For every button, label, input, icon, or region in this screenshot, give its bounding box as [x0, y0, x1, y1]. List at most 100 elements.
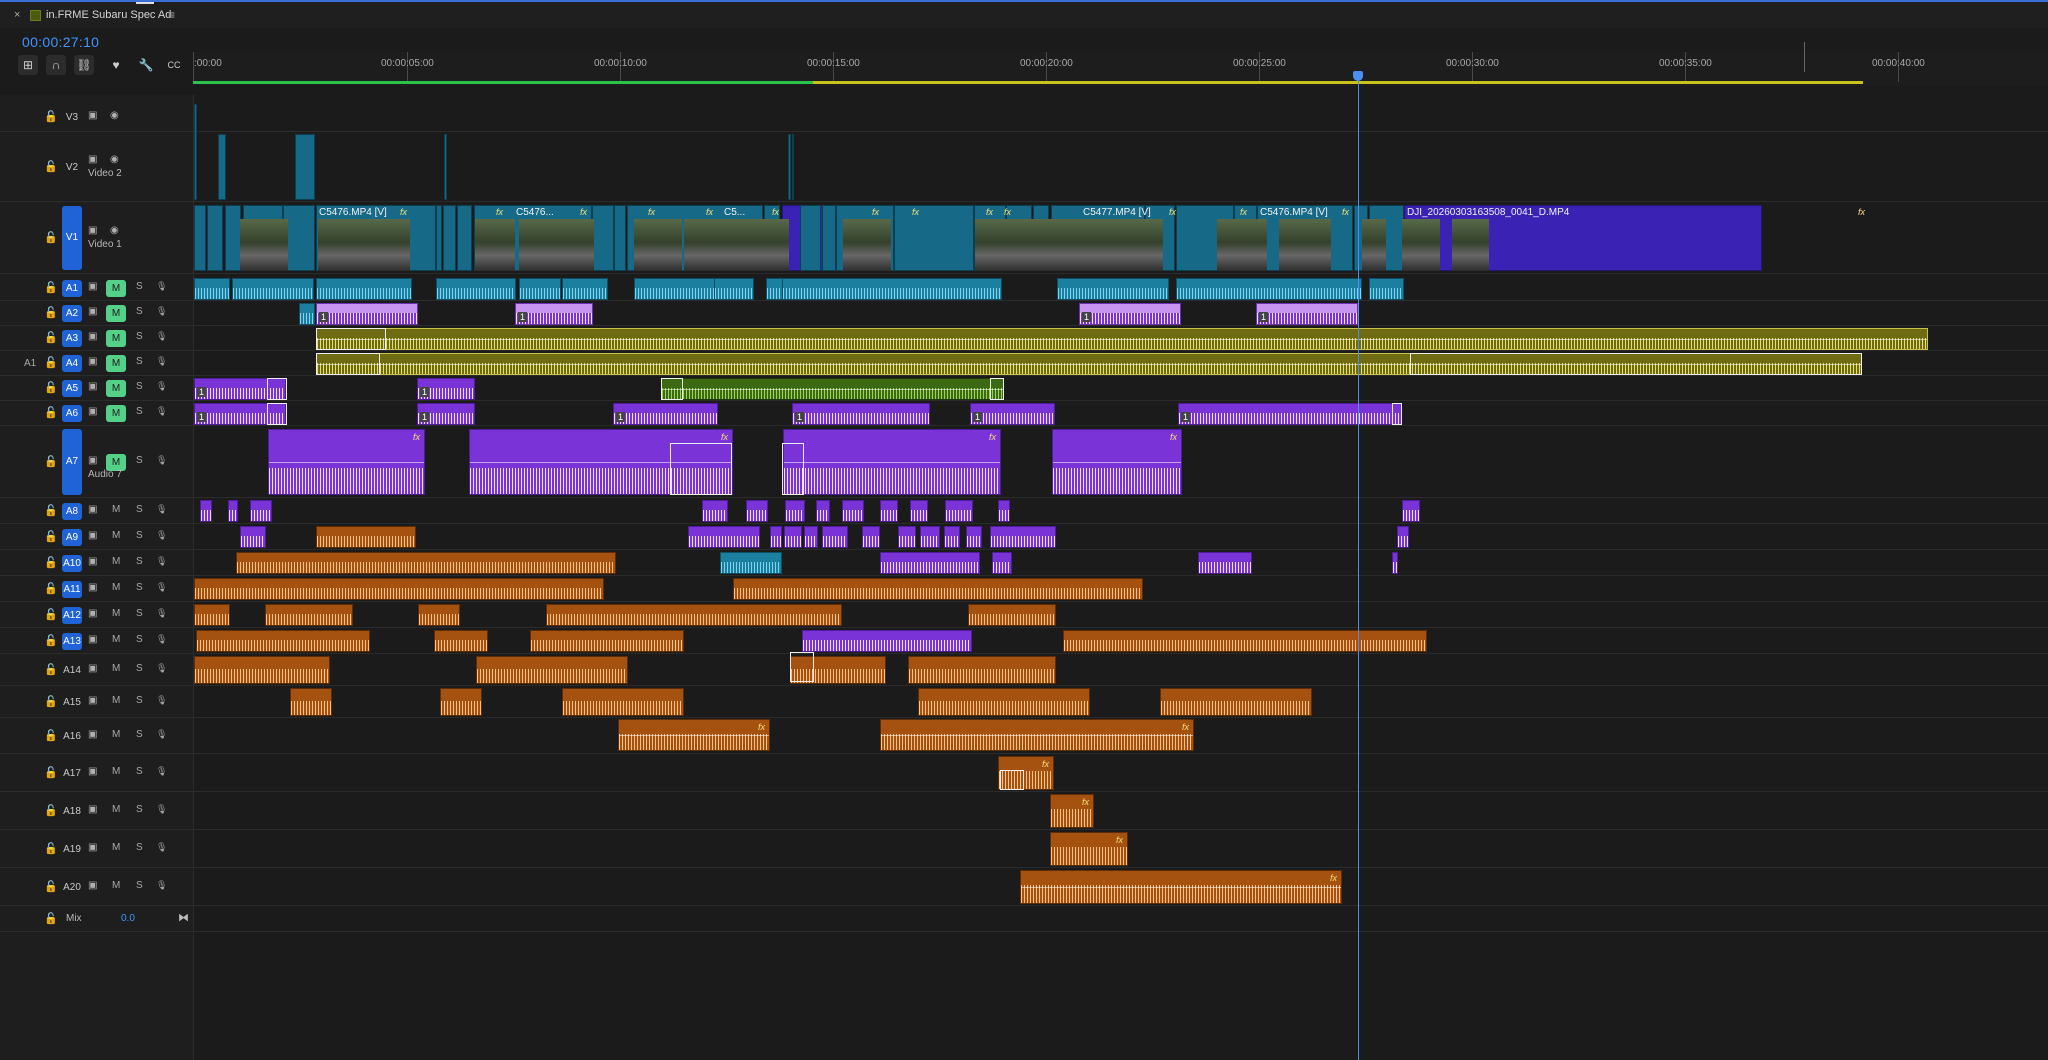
voice-over-record-icon[interactable]: 🎙	[156, 842, 167, 853]
audio-clip[interactable]	[918, 688, 1090, 716]
mute-button[interactable]: M	[112, 729, 120, 740]
mix-end-icon[interactable]: ⧓	[178, 911, 189, 924]
voice-over-record-icon[interactable]: 🎙	[156, 556, 167, 567]
voice-over-record-icon[interactable]: 🎙	[156, 406, 167, 417]
solo-button[interactable]: S	[136, 406, 143, 417]
fade-transition[interactable]	[990, 378, 1004, 400]
audio-clip[interactable]	[519, 278, 561, 300]
audio-clip[interactable]: 1	[316, 303, 418, 325]
toggle-sync-lock-icon[interactable]: ▣	[88, 455, 97, 466]
track-lock-icon[interactable]: 🔓	[44, 766, 58, 779]
fade-transition[interactable]	[670, 443, 732, 495]
voice-over-record-icon[interactable]: 🎙	[156, 331, 167, 342]
audio-clip[interactable]	[720, 552, 782, 574]
mute-button[interactable]: M	[112, 634, 120, 645]
solo-button[interactable]: S	[136, 381, 143, 392]
audio-clip[interactable]	[436, 278, 516, 300]
video-clip[interactable]	[194, 104, 197, 200]
audio-clip[interactable]	[434, 630, 488, 652]
playhead-line[interactable]	[1358, 72, 1359, 1060]
track-target-toggle[interactable]: A7	[62, 429, 82, 495]
audio-clip[interactable]	[784, 526, 802, 548]
mute-button[interactable]: M	[112, 842, 120, 853]
solo-button[interactable]: S	[136, 608, 143, 619]
fade-transition[interactable]	[1000, 770, 1024, 790]
audio-clip[interactable]	[910, 500, 928, 522]
toggle-sync-lock-icon[interactable]: ▣	[88, 331, 97, 342]
toggle-sync-lock-icon[interactable]: ▣	[88, 695, 97, 706]
toggle-sync-lock-icon[interactable]: ▣	[88, 281, 97, 292]
track-lock-icon[interactable]: 🔓	[44, 530, 58, 543]
audio-clip[interactable]	[746, 500, 768, 522]
track-target-toggle[interactable]: A11	[62, 581, 82, 598]
toggle-sync-lock-icon[interactable]: ▣	[88, 381, 97, 392]
solo-button[interactable]: S	[136, 766, 143, 777]
audio-clip[interactable]	[418, 604, 460, 626]
toggle-sync-lock-icon[interactable]: ▣	[88, 842, 97, 853]
audio-clip[interactable]	[1176, 278, 1362, 300]
toggle-sync-lock-icon[interactable]: ▣	[88, 663, 97, 674]
solo-button[interactable]: S	[136, 556, 143, 567]
voice-over-record-icon[interactable]: 🎙	[156, 608, 167, 619]
track-target-toggle[interactable]: A8	[62, 503, 82, 520]
track-lock-icon[interactable]: 🔓	[44, 381, 58, 394]
toggle-sync-lock-icon[interactable]: ▣	[88, 110, 97, 121]
audio-clip[interactable]	[200, 500, 212, 522]
audio-clip[interactable]	[1392, 552, 1398, 574]
toggle-sync-lock-icon[interactable]: ▣	[88, 608, 97, 619]
audio-clip[interactable]: 1	[1256, 303, 1358, 325]
sequence-tab-title[interactable]: in.FRME Subaru Spec Ad	[46, 9, 171, 21]
video-clip[interactable]	[444, 134, 447, 200]
toggle-sync-lock-icon[interactable]: ▣	[88, 225, 97, 236]
video-clip[interactable]	[894, 205, 974, 271]
mix-volume-value[interactable]: 0.0	[121, 913, 135, 924]
track-lock-icon[interactable]: 🔓	[44, 110, 58, 123]
audio-clip[interactable]	[194, 656, 330, 684]
track-lock-icon[interactable]: 🔓	[44, 634, 58, 647]
add-marker-icon[interactable]: ♥	[106, 55, 126, 75]
audio-clip[interactable]: 1fx	[783, 429, 1001, 495]
toggle-sync-lock-icon[interactable]: ▣	[88, 154, 97, 165]
audio-clip[interactable]	[714, 278, 754, 300]
video-clip[interactable]	[194, 205, 206, 271]
track-target-toggle[interactable]: A9	[62, 529, 82, 546]
toggle-sync-lock-icon[interactable]: ▣	[88, 634, 97, 645]
track-lock-icon[interactable]: 🔓	[44, 880, 58, 893]
audio-clip[interactable]: 1fx	[268, 429, 425, 495]
audio-clip[interactable]	[944, 526, 960, 548]
voice-over-record-icon[interactable]: 🎙	[156, 381, 167, 392]
solo-button[interactable]: S	[136, 582, 143, 593]
close-tab-icon[interactable]: ×	[14, 9, 20, 21]
voice-over-record-icon[interactable]: 🎙	[156, 356, 167, 367]
audio-clip[interactable]: 1	[792, 403, 930, 425]
track-target-toggle[interactable]: A17	[62, 765, 82, 782]
audio-clip[interactable]	[1160, 688, 1312, 716]
toggle-output-eye-icon[interactable]: ◉	[110, 110, 119, 121]
fade-transition[interactable]	[267, 378, 287, 400]
audio-clip[interactable]	[842, 500, 864, 522]
video-clip[interactable]	[822, 205, 836, 271]
audio-clip[interactable]	[733, 578, 1143, 600]
toggle-sync-lock-icon[interactable]: ▣	[88, 306, 97, 317]
audio-clip[interactable]	[316, 278, 412, 300]
audio-clip[interactable]	[822, 526, 848, 548]
voice-over-record-icon[interactable]: 🎙	[156, 663, 167, 674]
audio-clip[interactable]	[1057, 278, 1169, 300]
track-target-toggle[interactable]: A19	[62, 841, 82, 858]
mute-button[interactable]: M	[106, 305, 126, 322]
solo-button[interactable]: S	[136, 842, 143, 853]
video-clip[interactable]	[295, 134, 315, 200]
voice-over-record-icon[interactable]: 🎙	[156, 582, 167, 593]
toggle-output-eye-icon[interactable]: ◉	[110, 225, 119, 236]
audio-clip[interactable]	[316, 328, 1928, 350]
voice-over-record-icon[interactable]: 🎙	[156, 729, 167, 740]
voice-over-record-icon[interactable]: 🎙	[156, 530, 167, 541]
mute-button[interactable]: M	[106, 380, 126, 397]
audio-clip[interactable]	[782, 278, 1002, 300]
playhead-handle[interactable]	[1353, 71, 1363, 81]
audio-clip[interactable]	[194, 604, 230, 626]
solo-button[interactable]: S	[136, 504, 143, 515]
track-lock-icon[interactable]: 🔓	[44, 912, 58, 925]
audio-clip[interactable]	[228, 500, 238, 522]
track-target-toggle[interactable]: A14	[62, 662, 82, 679]
